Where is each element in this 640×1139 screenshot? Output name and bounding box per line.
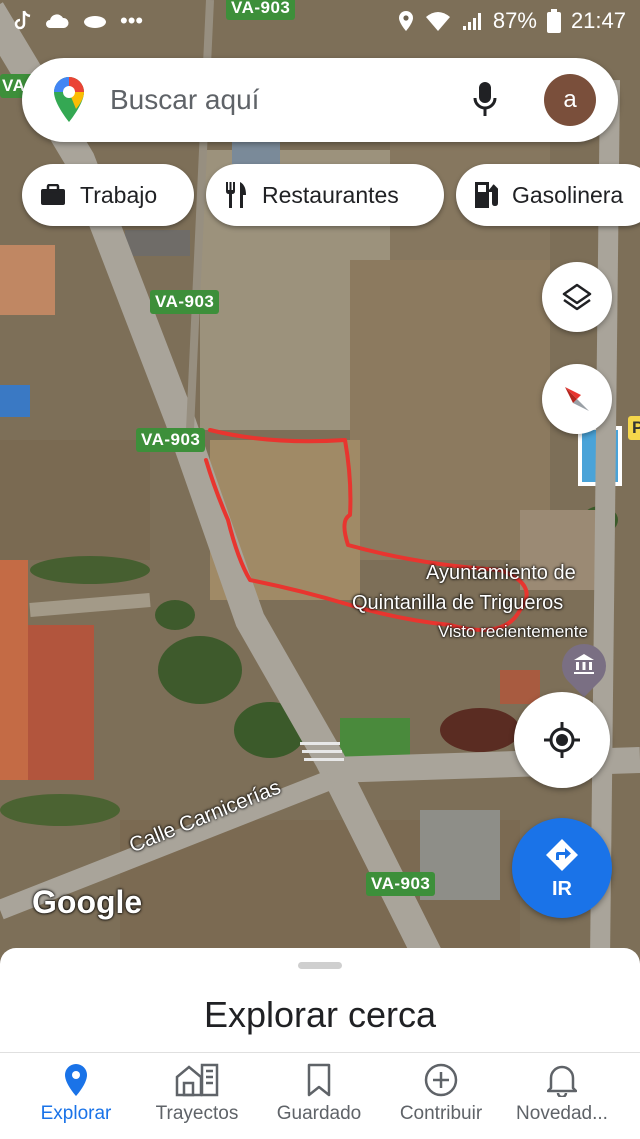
my-location-button[interactable]: [514, 692, 610, 788]
directions-icon: [546, 839, 578, 871]
tiktok-icon: [14, 10, 31, 30]
cloud-sun-icon: [84, 16, 106, 28]
signal-icon: [462, 13, 481, 30]
city-hall-icon: [574, 654, 594, 674]
nav-label: Contribuir: [399, 1103, 483, 1124]
bell-icon: [547, 1065, 577, 1097]
status-bar: ••• 87% 21:47: [0, 0, 640, 46]
nav-label: Explorar: [40, 1103, 112, 1124]
cloud-icon: [46, 14, 69, 28]
chip-label: Trabajo: [80, 181, 158, 208]
nav-contribuir[interactable]: Contribuir: [377, 1063, 505, 1125]
nav-novedades[interactable]: Novedad...: [498, 1063, 626, 1125]
clock: 21:47: [570, 8, 626, 33]
chip-label: Gasolinera: [512, 181, 624, 208]
microphone-icon[interactable]: [472, 80, 498, 118]
directions-go-button[interactable]: IR: [512, 818, 612, 918]
nav-label: Guardado: [276, 1103, 362, 1124]
nav-guardado[interactable]: Guardado: [255, 1063, 383, 1125]
poi-name-line2[interactable]: Quintanilla de Trigueros: [352, 592, 563, 615]
road-label: VA-903: [366, 872, 436, 896]
sheet-title: Explorar cerca: [203, 994, 437, 1035]
nav-label: Novedad...: [516, 1103, 608, 1124]
gas-station-icon: [475, 182, 498, 208]
road-label: VA-903: [136, 428, 206, 452]
fork-knife-icon: [226, 182, 246, 208]
briefcase-icon: [41, 184, 65, 205]
partial-poi-label: P: [628, 416, 640, 440]
poi-name-line1[interactable]: Ayuntamiento de: [426, 562, 576, 585]
search-bar[interactable]: Buscar aquí a: [22, 58, 618, 142]
my-location-icon: [544, 722, 580, 758]
satellite-imagery: [0, 0, 640, 960]
more-notifications: •••: [120, 8, 144, 33]
layers-button[interactable]: [542, 262, 612, 332]
bottom-navigation: Explorar Trayectos Guardado Contribuir N…: [0, 1052, 640, 1139]
account-avatar[interactable]: a: [544, 74, 596, 126]
add-circle-icon: [424, 1063, 458, 1097]
poi-subtitle: Visto recientemente: [438, 622, 588, 641]
bookmark-icon: [307, 1063, 331, 1097]
sheet-drag-handle[interactable]: [298, 962, 342, 969]
layers-icon: [562, 283, 592, 311]
commute-icon: [175, 1063, 219, 1097]
explore-sheet[interactable]: Explorar cerca: [0, 948, 640, 1058]
satellite-map[interactable]: VA-903 VA- VA-903 VA-903 VA-903 Ayuntami…: [0, 0, 640, 960]
nav-explorar[interactable]: Explorar: [12, 1063, 140, 1125]
nav-trayectos[interactable]: Trayectos: [133, 1063, 261, 1125]
battery-icon: [546, 9, 561, 33]
road-label: VA-903: [150, 290, 220, 314]
location-icon: [398, 11, 413, 31]
compass-button[interactable]: [542, 364, 612, 434]
chip-restaurantes[interactable]: Restaurantes: [206, 164, 444, 226]
chip-gasolinera[interactable]: Gasolinera: [456, 164, 640, 226]
battery-percent: 87%: [492, 8, 537, 33]
go-label: IR: [552, 878, 572, 900]
chip-trabajo[interactable]: Trabajo: [22, 164, 194, 226]
wifi-icon: [425, 12, 450, 31]
compass-icon: [565, 387, 589, 411]
chip-label: Restaurantes: [262, 181, 399, 208]
location-pin-icon: [65, 1064, 87, 1096]
google-maps-logo-icon: [54, 77, 84, 122]
nav-label: Trayectos: [155, 1103, 239, 1124]
google-attribution: Google: [32, 884, 143, 920]
search-input[interactable]: Buscar aquí: [110, 84, 259, 116]
